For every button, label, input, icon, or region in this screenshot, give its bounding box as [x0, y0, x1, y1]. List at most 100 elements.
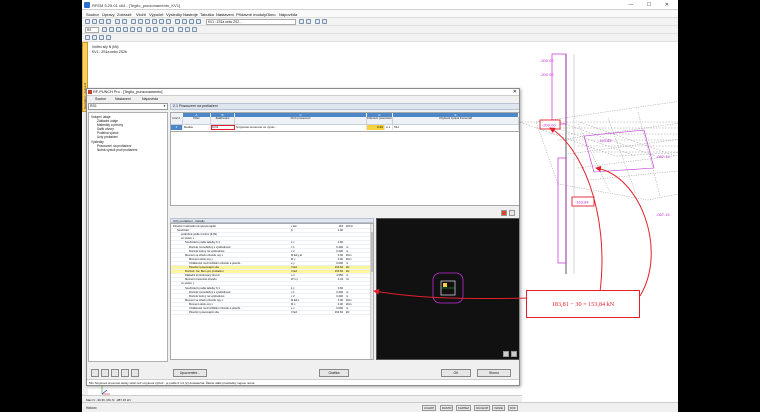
solid-icon[interactable] [137, 27, 142, 32]
nav-item-required-reinf[interactable]: Nutná výztuž proti protlačení [97, 148, 137, 152]
menu-file[interactable]: Soubor [86, 12, 99, 17]
menu-window[interactable]: Okno [266, 12, 276, 17]
graphic-view-icon[interactable] [503, 351, 509, 357]
toggle-grid[interactable]: RASTR [440, 405, 454, 411]
zoom-icon[interactable] [178, 27, 183, 32]
result-type-select[interactable]: RS [85, 27, 99, 33]
cell-criterion[interactable]: 0.29 [367, 125, 385, 130]
graphic-print-icon[interactable] [511, 351, 517, 357]
dimension-icon[interactable] [169, 27, 174, 32]
label-top: -200.00 [540, 58, 554, 63]
support-icon[interactable] [146, 27, 151, 32]
col-comment: Chybová zpráva Komentář [393, 116, 519, 125]
undo-icon[interactable] [115, 19, 120, 24]
punch-dialog: RF-PUNCH Pro - [Teglio_punzonamento] ✕ S… [86, 88, 520, 386]
loadcase-select[interactable]: KV1 : ZS1a nebo ZS2... [206, 19, 296, 25]
calculate-icon[interactable] [131, 19, 136, 24]
menu-view[interactable]: Zobrazit [117, 12, 131, 17]
select-icon[interactable] [102, 27, 107, 32]
close-icon[interactable]: ✕ [513, 89, 517, 95]
next-loadcase-icon[interactable] [306, 19, 311, 24]
open-file-icon[interactable] [92, 19, 97, 24]
case-select[interactable]: RS1 ▼ [88, 103, 168, 110]
table-settings-icon[interactable] [509, 210, 515, 216]
view-x-icon[interactable] [182, 19, 187, 24]
menu-addons[interactable]: Přídavné moduly [236, 12, 266, 17]
cell-loading[interactable]: CO1 [211, 125, 235, 130]
row-number[interactable]: 1 [171, 125, 183, 130]
units-button-icon[interactable] [111, 369, 119, 377]
cell-member[interactable]: Deska [183, 125, 211, 130]
print-button-icon[interactable] [131, 369, 139, 377]
coord-system-icon[interactable] [85, 35, 90, 40]
menu-tools[interactable]: Nástroje [183, 12, 198, 17]
module-icon [88, 90, 92, 94]
snap-icon[interactable] [99, 35, 104, 40]
col-node: Uzel č. [171, 116, 183, 125]
cancel-button[interactable]: Storno [477, 369, 511, 377]
view-iso-icon[interactable] [175, 19, 180, 24]
view-z-icon[interactable] [196, 19, 201, 24]
menu-results[interactable]: Výsledky [166, 12, 182, 17]
save-icon[interactable] [99, 19, 104, 24]
details-button[interactable]: Upozornění... [173, 369, 207, 377]
lower-slab-edges [583, 129, 655, 173]
menu-edit[interactable]: Úpravy [102, 12, 115, 17]
nav-item-punch-nodes[interactable]: Uzly protlačení [97, 135, 118, 139]
details-scrollbar[interactable] [370, 224, 373, 359]
prev-loadcase-icon[interactable] [299, 19, 304, 24]
cell-design-type[interactable]: Smyková únosnost ve výstu... [235, 125, 367, 130]
calculator-button-icon[interactable] [101, 369, 109, 377]
view-y-icon[interactable] [189, 19, 194, 24]
menu-help[interactable]: Nápověda [279, 12, 297, 17]
values-icon[interactable] [322, 19, 327, 24]
member-icon[interactable] [123, 27, 128, 32]
toggle-cartesian[interactable]: KARTEZ [456, 405, 471, 411]
label-mid-right: -087.15 [656, 154, 670, 159]
menu-insert[interactable]: Vložit [136, 12, 146, 17]
results-icon[interactable] [138, 19, 143, 24]
menu-table[interactable]: Tabulka [200, 12, 214, 17]
workplane-icon[interactable] [106, 35, 111, 40]
toggle-dxf[interactable]: DXF [508, 405, 518, 411]
display-icon[interactable] [315, 19, 320, 24]
menu-calculate[interactable]: Výpočet [149, 12, 163, 17]
print-icon[interactable] [106, 19, 111, 24]
pan-icon[interactable] [185, 27, 190, 32]
ok-button[interactable]: OK [441, 369, 471, 377]
measure-icon[interactable] [162, 27, 167, 32]
surface-icon[interactable] [130, 27, 135, 32]
redo-icon[interactable] [122, 19, 127, 24]
dialog-title-bar: RF-PUNCH Pro - [Teglio_punzonamento] ✕ [87, 89, 519, 96]
help-button-icon[interactable] [91, 369, 99, 377]
label-bottom-right: -087.15 [656, 212, 670, 217]
cell-limit[interactable]: ≤ 1 [385, 125, 393, 130]
details-row-unit: kN [346, 311, 350, 315]
dialog-menu-file[interactable]: Soubor [95, 96, 106, 102]
loads-icon[interactable] [159, 19, 164, 24]
new-file-icon[interactable] [85, 19, 90, 24]
line-icon[interactable] [116, 27, 121, 32]
dialog-title: RF-PUNCH Pro - [Teglio_punzonamento] [93, 90, 163, 94]
export-button-icon[interactable] [121, 369, 129, 377]
cell-message[interactable]: 511 [393, 125, 519, 130]
menu-settings[interactable]: Nastavení [216, 12, 234, 17]
node-icon[interactable] [109, 27, 114, 32]
dialog-menu-help[interactable]: Nápověda [142, 96, 158, 102]
details-row[interactable]: Působící posouvající síla V Ed 163.84 kN [171, 311, 373, 315]
graphics-button[interactable]: Grafika [319, 369, 349, 377]
filter-icon[interactable] [166, 19, 171, 24]
rotate-icon[interactable] [192, 27, 197, 32]
navigator-icon[interactable] [152, 19, 157, 24]
dialog-menu-settings[interactable]: Nastavení [115, 96, 131, 102]
window-controls[interactable]: — ☐ ✕ [629, 2, 675, 8]
grid-icon[interactable] [92, 35, 97, 40]
title-bar: RFEM 5.25.01 x64 - [Teglio_punzonamento_… [82, 0, 678, 10]
table-icon[interactable] [145, 19, 150, 24]
toggle-snap[interactable]: UCHOP [422, 405, 437, 411]
toggle-guidelines[interactable]: VLINIE [492, 405, 505, 411]
export-icon[interactable] [501, 210, 507, 216]
hinge-icon[interactable] [153, 27, 158, 32]
toggle-osnap[interactable]: OUCHOP [474, 405, 491, 411]
details-row-symbol: V Ed [291, 311, 297, 315]
